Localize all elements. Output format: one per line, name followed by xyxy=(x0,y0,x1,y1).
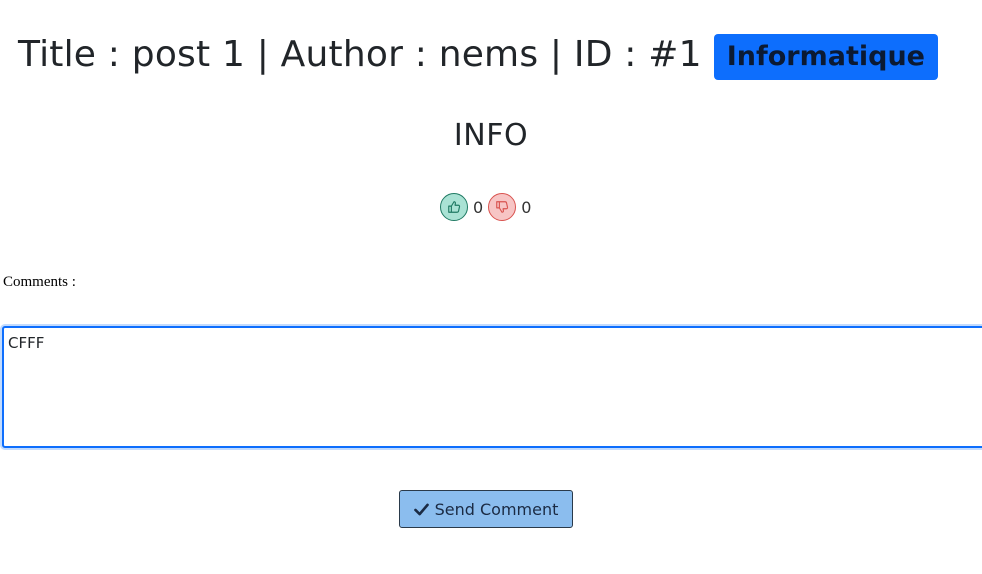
post-title: Title : post 1 | Author : nems | ID : #1 xyxy=(18,33,702,75)
dislike-count: 0 xyxy=(521,197,532,217)
check-icon xyxy=(413,503,429,516)
thumbs-up-icon xyxy=(448,201,461,213)
post-content: INFO xyxy=(453,118,529,153)
category-badge: Informatique xyxy=(713,34,938,80)
like-button[interactable] xyxy=(440,193,468,221)
thumbs-down-icon xyxy=(496,201,509,213)
comments-label: Comments : xyxy=(3,274,76,290)
vote-bar: 0 0 xyxy=(440,191,536,223)
like-count: 0 xyxy=(473,197,484,217)
comment-input[interactable] xyxy=(2,326,982,448)
post-header: Title : post 1 | Author : nems | ID : #1… xyxy=(18,28,938,80)
dislike-button[interactable] xyxy=(488,193,517,221)
send-comment-label: Send Comment xyxy=(434,499,559,519)
send-comment-button[interactable]: Send Comment xyxy=(399,490,573,528)
